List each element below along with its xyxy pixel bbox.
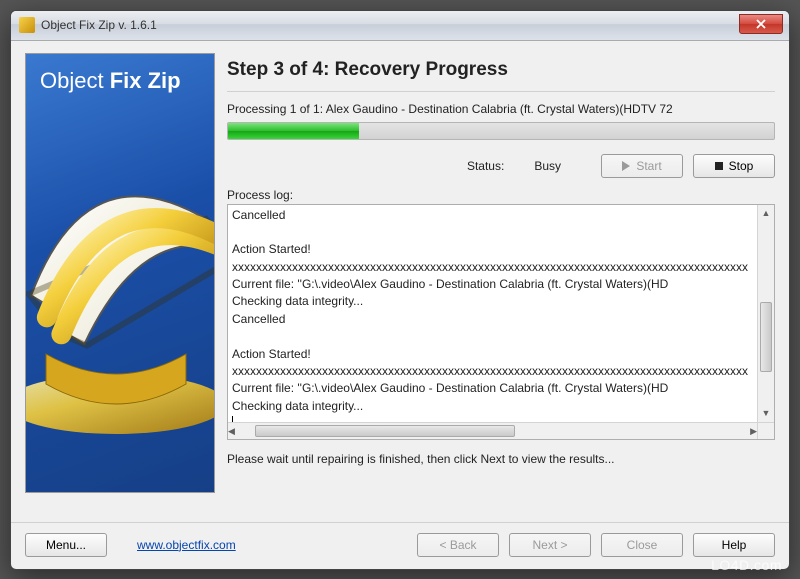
back-button-label: < Back: [439, 538, 476, 552]
scroll-corner: [757, 422, 774, 439]
log-box: Cancelled Action Started! xxxxxxxxxxxxxx…: [227, 204, 775, 440]
scroll-right-icon[interactable]: ▶: [750, 423, 757, 440]
processing-label: Processing 1 of 1: Alex Gaudino - Destin…: [227, 102, 775, 116]
sidebar-banner: Object Fix Zip: [25, 53, 215, 493]
scroll-thumb-v[interactable]: [760, 302, 772, 372]
app-window: Object Fix Zip v. 1.6.1 Object Fix Zip: [10, 10, 790, 570]
brand-text-bold: Fix Zip: [110, 68, 181, 93]
app-icon: [19, 17, 35, 33]
play-icon: [622, 161, 630, 171]
website-link[interactable]: www.objectfix.com: [137, 538, 236, 552]
sidebar-graphic-icon: [25, 124, 215, 454]
close-icon: [756, 19, 766, 29]
body: Object Fix Zip: [11, 41, 789, 522]
scroll-left-icon[interactable]: ◀: [228, 423, 235, 440]
help-button[interactable]: Help: [693, 533, 775, 557]
start-button: Start: [601, 154, 683, 178]
window-title: Object Fix Zip v. 1.6.1: [41, 18, 157, 32]
log-label: Process log:: [227, 188, 775, 202]
hint-text: Please wait until repairing is finished,…: [227, 452, 775, 466]
start-button-label: Start: [636, 159, 661, 173]
separator: [227, 91, 775, 92]
close-button-label: Close: [627, 538, 658, 552]
menu-button-label: Menu...: [46, 538, 86, 552]
status-value: Busy: [534, 159, 561, 173]
log-horizontal-scrollbar[interactable]: ◀ ▶: [228, 422, 757, 439]
close-button: Close: [601, 533, 683, 557]
stop-button[interactable]: Stop: [693, 154, 775, 178]
stop-icon: [715, 162, 723, 170]
help-button-label: Help: [722, 538, 747, 552]
progress-fill: [228, 123, 359, 139]
scroll-up-icon[interactable]: ▲: [758, 205, 774, 222]
next-button: Next >: [509, 533, 591, 557]
step-heading: Step 3 of 4: Recovery Progress: [227, 59, 775, 81]
titlebar[interactable]: Object Fix Zip v. 1.6.1: [11, 11, 789, 41]
footer: Menu... www.objectfix.com < Back Next > …: [11, 522, 789, 569]
stop-button-label: Stop: [729, 159, 754, 173]
main-panel: Step 3 of 4: Recovery Progress Processin…: [227, 53, 775, 512]
log-content[interactable]: Cancelled Action Started! xxxxxxxxxxxxxx…: [228, 205, 774, 422]
scroll-track-h[interactable]: [235, 423, 750, 439]
close-window-button[interactable]: [739, 14, 783, 34]
log-vertical-scrollbar[interactable]: ▲ ▼: [757, 205, 774, 422]
next-button-label: Next >: [532, 538, 567, 552]
brand-text-light: Object: [40, 68, 104, 93]
progress-bar: [227, 122, 775, 140]
status-label: Status:: [467, 159, 504, 173]
scroll-thumb-h[interactable]: [255, 425, 515, 437]
menu-button[interactable]: Menu...: [25, 533, 107, 557]
scroll-down-icon[interactable]: ▼: [758, 405, 774, 422]
back-button: < Back: [417, 533, 499, 557]
scroll-track-v[interactable]: [758, 222, 774, 405]
